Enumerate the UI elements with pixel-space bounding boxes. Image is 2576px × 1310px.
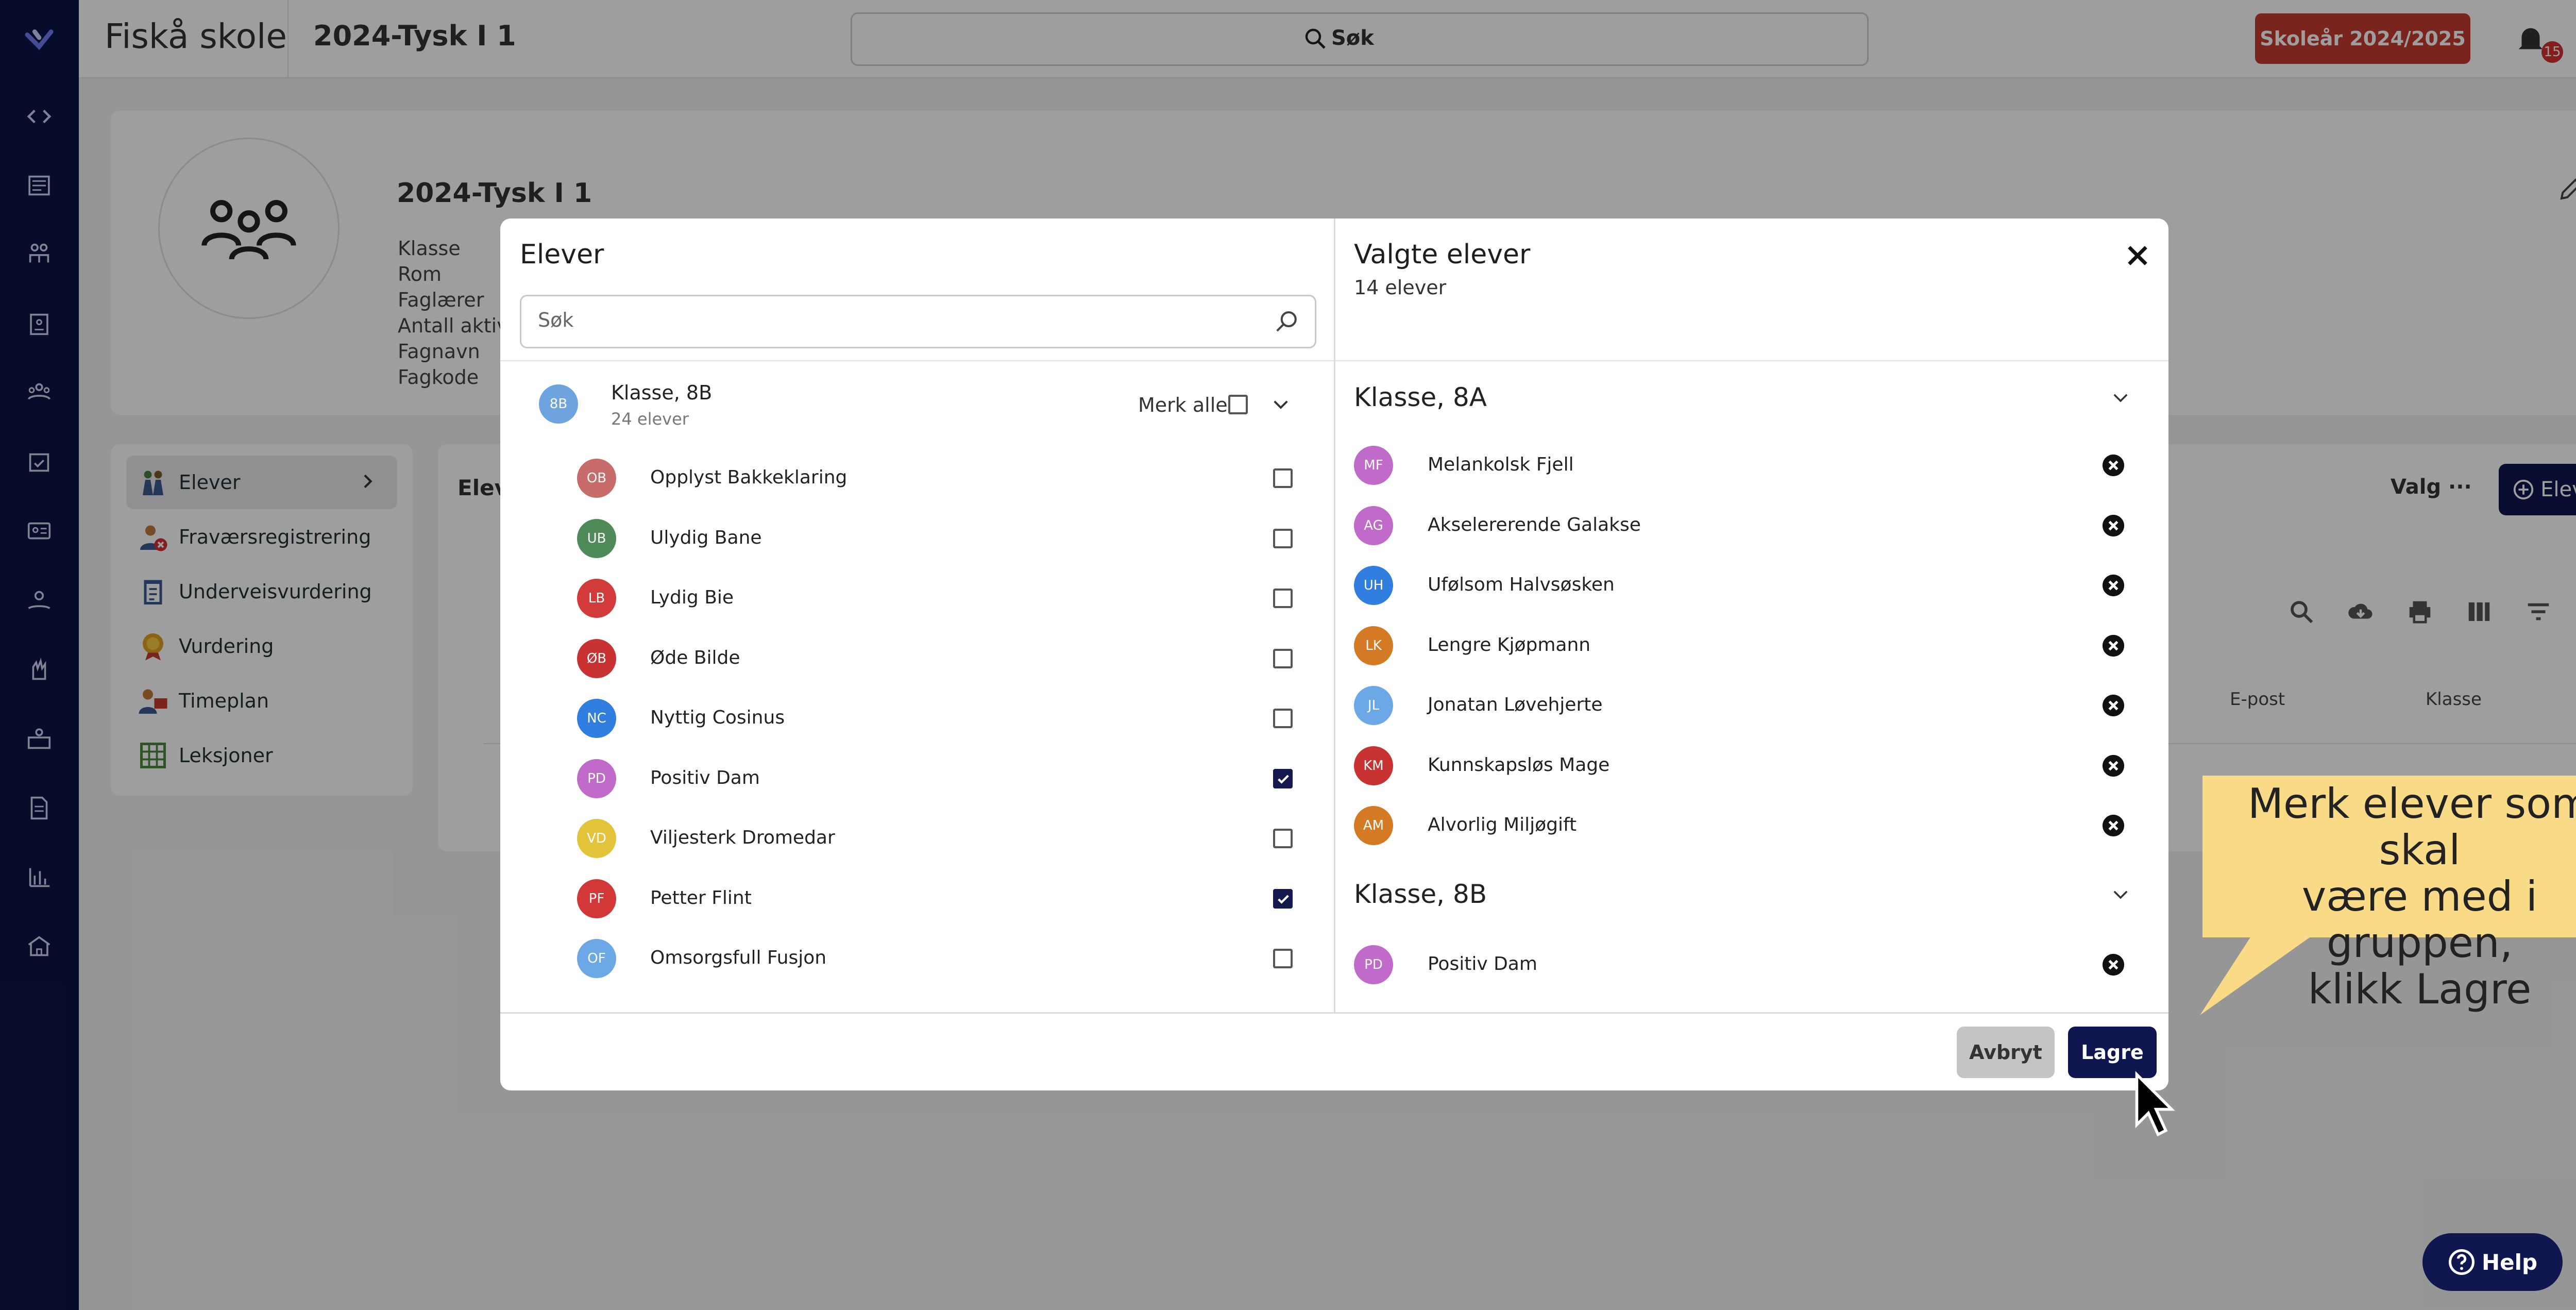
chevron-down-icon[interactable] [2110, 387, 2131, 408]
right-header-rule [1335, 360, 2168, 361]
cancel-button[interactable]: Avbryt [1957, 1027, 2055, 1078]
checkmark-icon [1278, 895, 1289, 904]
student-checkbox[interactable] [1273, 468, 1293, 488]
class-count: 24 elever [611, 409, 689, 429]
student-checkbox[interactable] [1273, 589, 1293, 608]
remove-icon[interactable] [2102, 694, 2125, 717]
student-name: Nyttig Cosinus [650, 707, 785, 728]
search-placeholder: Søk [538, 309, 574, 331]
footer-divider [500, 1012, 2168, 1014]
student-name: Viljesterk Dromedar [650, 827, 835, 848]
student-search-input[interactable]: Søk [520, 295, 1316, 348]
help-circle-icon [2448, 1249, 2475, 1275]
remove-icon[interactable] [2102, 574, 2125, 597]
student-name: Ulydig Bane [650, 527, 762, 548]
student-avatar: NC [577, 699, 616, 738]
student-name: Øde Bilde [650, 647, 740, 668]
student-avatar: PF [577, 879, 616, 918]
selected-student-avatar: JL [1354, 686, 1393, 725]
student-checkbox[interactable] [1273, 768, 1293, 788]
selected-student-avatar: MF [1354, 446, 1393, 485]
student-checkbox[interactable] [1273, 709, 1293, 728]
selected-student-name: Alvorlig Miljøgift [1428, 814, 1577, 835]
student-name: Positiv Dam [650, 767, 760, 788]
select-all-checkbox[interactable] [1228, 395, 1248, 414]
callout-line: Merk elever som skal [2248, 780, 2576, 874]
selected-student-avatar: AM [1354, 806, 1393, 845]
pane-divider [1334, 219, 1335, 1012]
student-checkbox[interactable] [1273, 648, 1293, 668]
class-badge: 8B [539, 384, 578, 424]
chevron-down-icon[interactable] [2110, 883, 2131, 905]
student-avatar: UB [577, 518, 616, 558]
help-label: Help [2481, 1249, 2538, 1275]
remove-icon[interactable] [2102, 634, 2125, 658]
mouse-cursor-icon [2135, 1071, 2175, 1137]
student-checkbox[interactable] [1273, 888, 1293, 909]
select-students-modal: Elever Søk 8B Klasse, 8B 24 elever Merk … [500, 219, 2168, 1090]
remove-icon[interactable] [2102, 454, 2125, 477]
student-name: Lydig Bie [650, 587, 734, 608]
remove-icon[interactable] [2102, 953, 2125, 977]
student-name: Petter Flint [650, 887, 752, 909]
help-button[interactable]: Help [2422, 1233, 2563, 1291]
selected-student-avatar: KM [1354, 746, 1393, 785]
close-icon[interactable] [2123, 241, 2152, 270]
student-avatar: OB [577, 459, 616, 498]
callout-text: Merk elever som skal være med i gruppen,… [2202, 781, 2576, 1013]
checkmark-icon [1278, 775, 1289, 784]
student-avatar: LB [577, 579, 616, 618]
selected-student-avatar: LK [1354, 626, 1393, 665]
left-pane-title: Elever [520, 239, 604, 270]
selected-student-name: Melankolsk Fjell [1428, 454, 1574, 475]
selected-student-name: Kunnskapsløs Mage [1428, 754, 1610, 776]
selected-group-title: Klasse, 8B [1354, 879, 1487, 909]
remove-icon[interactable] [2102, 814, 2125, 837]
left-header-rule [500, 360, 1334, 361]
selected-student-avatar: AG [1354, 506, 1393, 545]
student-avatar: VD [577, 819, 616, 858]
selected-student-name: Positiv Dam [1428, 953, 1537, 975]
selected-student-avatar: PD [1354, 945, 1393, 984]
student-checkbox[interactable] [1273, 829, 1293, 848]
selected-student-avatar: UH [1354, 566, 1393, 605]
chevron-down-icon[interactable] [1270, 393, 1292, 415]
remove-icon[interactable] [2102, 514, 2125, 538]
remove-icon[interactable] [2102, 754, 2125, 778]
callout-line: være med i gruppen, [2301, 872, 2538, 967]
selected-student-name: Ufølsom Halvsøsken [1428, 574, 1615, 595]
student-name: Omsorgsfull Fusjon [650, 947, 827, 968]
student-avatar: PD [577, 759, 616, 798]
selected-group-title: Klasse, 8A [1354, 382, 1487, 412]
class-name: Klasse, 8B [611, 381, 713, 404]
student-checkbox[interactable] [1273, 528, 1293, 548]
selected-student-name: Akselererende Galakse [1428, 514, 1641, 535]
student-avatar: ØB [577, 639, 616, 678]
search-icon [1276, 311, 1297, 332]
callout-line: klikk Lagre [2308, 965, 2532, 1013]
selected-student-name: Lengre Kjøpmann [1428, 634, 1591, 656]
select-all-label: Merk alle [1138, 394, 1228, 416]
student-avatar: OF [577, 939, 616, 978]
student-name: Opplyst Bakkeklaring [650, 467, 848, 488]
student-checkbox[interactable] [1273, 949, 1293, 968]
selected-count: 14 elever [1354, 276, 1447, 299]
right-pane-title: Valgte elever [1354, 239, 1531, 270]
selected-student-name: Jonatan Løvehjerte [1428, 694, 1603, 715]
